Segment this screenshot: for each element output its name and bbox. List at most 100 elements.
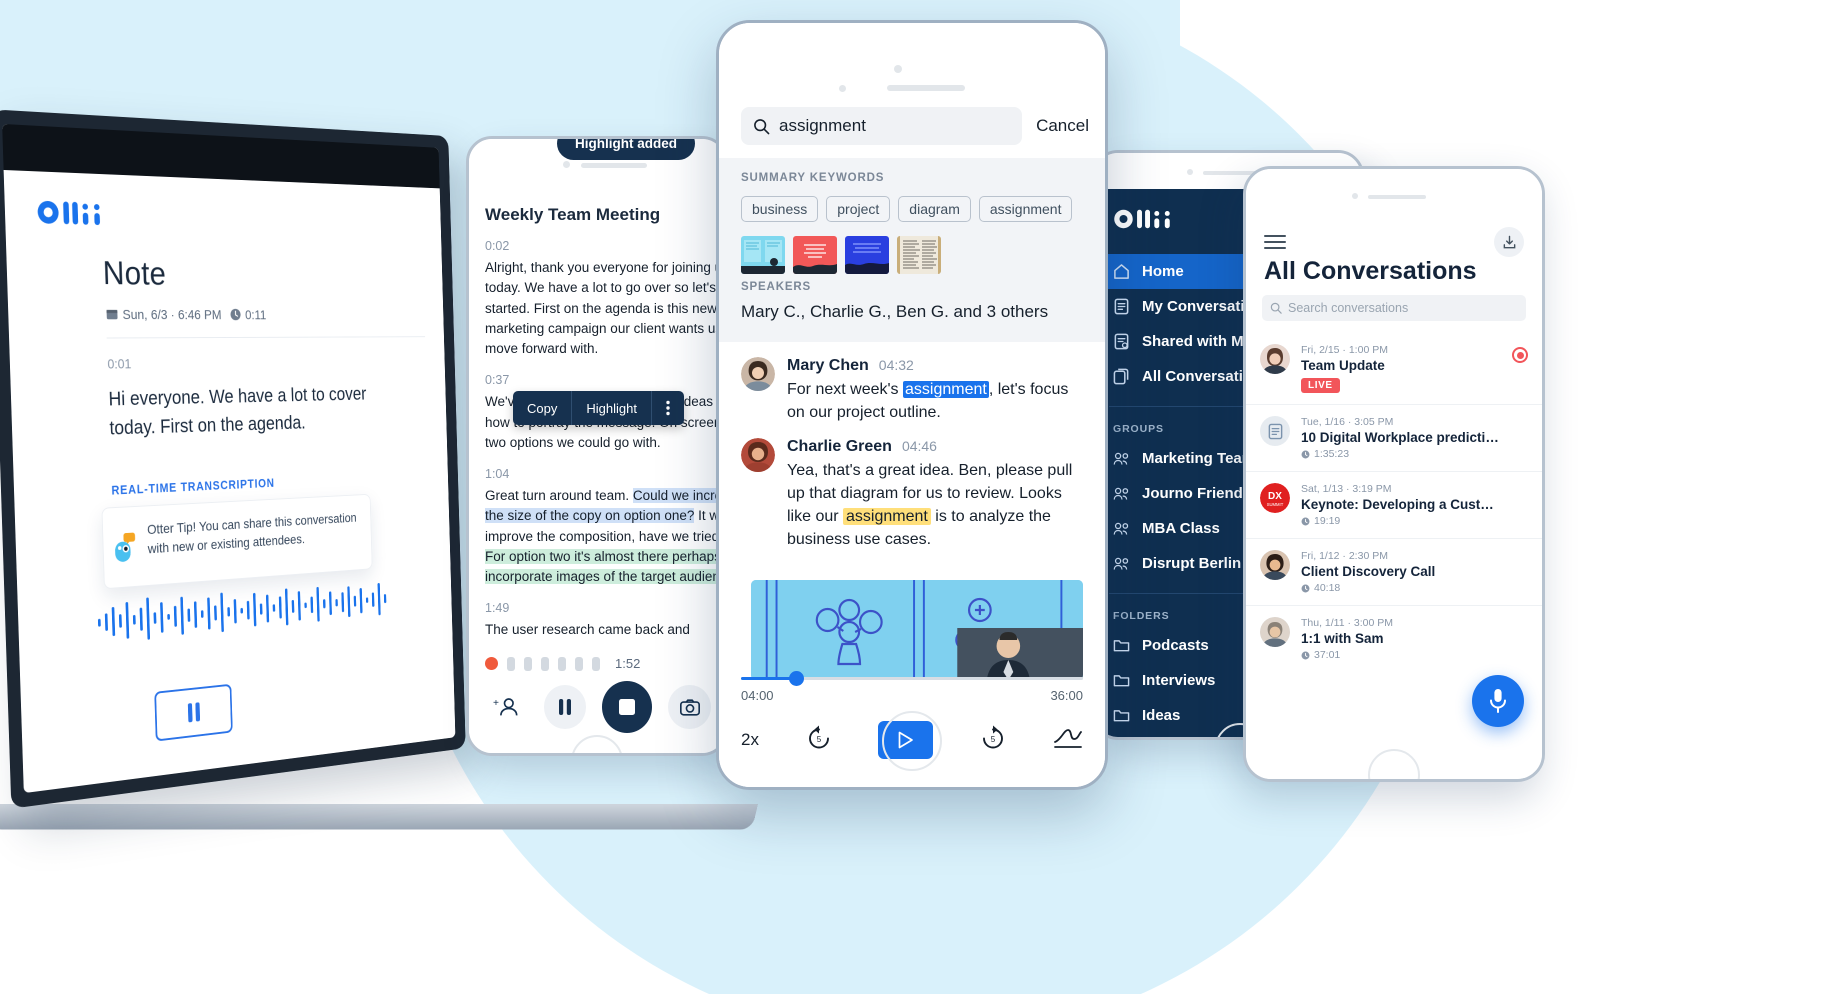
list-item-body: Sat, 1/13 · 3:19 PM Keynote: Developing … [1301, 483, 1501, 527]
list-item[interactable]: Charlie Green 04:46 Yea, that's a great … [741, 438, 1083, 551]
microphone-icon [1490, 689, 1506, 713]
list-item[interactable]: Fri, 2/15 · 1:00 PM Team Update LIVE [1246, 333, 1542, 405]
download-button[interactable] [1494, 227, 1524, 257]
duration-text: 1:35:23 [1314, 448, 1350, 460]
list-item[interactable]: Tue, 1/16 · 3:05 PM 10 Digital Workplace… [1246, 405, 1542, 472]
slide-thumb-notes[interactable] [897, 236, 941, 274]
hamburger-icon[interactable] [1264, 231, 1286, 253]
list-item[interactable]: Fri, 1/12 · 2:30 PM Client Discovery Cal… [1246, 539, 1542, 606]
level-bar [541, 656, 549, 671]
conversations-screen: All Conversations Search conversations F… [1246, 169, 1542, 779]
highlight-button[interactable]: Highlight [572, 391, 651, 425]
avatar [1260, 416, 1290, 446]
list-item[interactable]: DX SUMMIT Sat, 1/13 · 3:19 PM Keynote: D… [1246, 472, 1542, 539]
message-timestamp: 04:46 [901, 438, 937, 455]
selection-context-menu: Copy Highlight [513, 391, 684, 425]
video-preview[interactable] [751, 580, 1083, 680]
avatar [1260, 550, 1290, 580]
keyword-chip[interactable]: project [826, 196, 891, 222]
seek-handle[interactable] [788, 671, 804, 686]
playback-speed-button[interactable]: 2x [741, 730, 759, 750]
search-screen: assignment Cancel SUMMARY KEYWORDS busin… [719, 23, 1105, 787]
recording-indicator [485, 657, 498, 670]
otter-tip-text: Otter Tip! You can share this conversati… [146, 509, 357, 557]
people-icon [1113, 557, 1129, 570]
folder-icon [1113, 675, 1130, 687]
tablet-body: Highlight added Weekly Team Meeting 0:02… [466, 136, 728, 756]
level-bar [575, 656, 583, 671]
level-bar [507, 656, 515, 671]
seek-track[interactable] [741, 671, 1083, 686]
copy-button[interactable]: Copy [513, 391, 571, 425]
add-person-button[interactable]: + [485, 685, 528, 729]
keyword-chip[interactable]: assignment [978, 196, 1073, 222]
otter-logo [37, 200, 101, 226]
transcript-paragraph: Alright, thank you everyone for joining … [485, 260, 725, 356]
slide-thumb-blue-image [845, 236, 889, 274]
note-meta: Sun, 6/3 · 6:46 PM 0:11 [106, 306, 425, 322]
camera-dot [1187, 169, 1193, 175]
sensor-dot [839, 85, 846, 92]
green-highlight[interactable]: For option two it's almost there perhaps… [485, 548, 725, 584]
slide-thumb-teal[interactable] [741, 236, 785, 274]
otter-tip-card[interactable]: Otter Tip! You can share this conversati… [101, 493, 373, 590]
people-icon [1113, 452, 1129, 465]
avatar [1260, 344, 1290, 374]
home-button[interactable] [882, 711, 942, 771]
transcript-timestamp: 1:04 [485, 467, 510, 481]
signature-button[interactable] [1053, 726, 1083, 755]
photo-avatar-mary [741, 357, 775, 391]
message-header: Charlie Green 04:46 [787, 438, 1083, 456]
message-text: For next week's assignment, let's focus … [787, 379, 1083, 424]
conversation-date: Sat, 1/13 · 3:19 PM [1301, 483, 1392, 495]
message-body: Mary Chen 04:32 For next week's assignme… [787, 357, 1083, 424]
search-value: assignment [779, 116, 866, 135]
conversations-topbar [1264, 227, 1524, 257]
page-title: Note [102, 254, 167, 293]
message-body: Charlie Green 04:46 Yea, that's a great … [787, 438, 1083, 551]
more-options-button[interactable] [652, 391, 684, 425]
transcript-timestamp: 0:37 [485, 373, 510, 388]
list-item-body: Thu, 1/11 · 3:00 PM 1:1 with Sam 37:01 [1301, 617, 1393, 661]
sidebar-item-label: Shared with Me [1142, 333, 1253, 350]
record-button[interactable] [1472, 675, 1524, 727]
conversation-title: Client Discovery Call [1301, 564, 1436, 579]
photo-avatar-man [1260, 617, 1290, 647]
folder-icon [1113, 710, 1130, 722]
recording-indicator [1512, 347, 1528, 363]
conversation-date: Fri, 1/12 · 2:30 PM [1301, 550, 1388, 562]
photo-avatar-charlie [741, 438, 775, 473]
pause-icon [558, 699, 571, 715]
page-title: All Conversations [1264, 257, 1477, 285]
document-icon [1268, 423, 1282, 439]
rewind-button[interactable]: 5 [805, 724, 833, 757]
stop-recording-button[interactable] [602, 681, 653, 733]
list-item[interactable]: Mary Chen 04:32 For next week's assignme… [741, 357, 1083, 424]
search-conversations-input[interactable]: Search conversations [1262, 295, 1526, 321]
slide-thumb-notes-image [897, 236, 941, 274]
clock-icon [1301, 517, 1310, 525]
summary-keywords-section: SUMMARY KEYWORDS business project diagra… [719, 158, 1105, 290]
keyword-chips: business project diagram assignment [741, 196, 1083, 222]
slide-thumb-blue[interactable] [845, 236, 889, 274]
search-phone-device: assignment Cancel SUMMARY KEYWORDS busin… [716, 20, 1108, 790]
laptop-pause-button[interactable] [154, 683, 233, 742]
keyword-chip[interactable]: business [741, 196, 819, 222]
total-time: 36:00 [1050, 688, 1083, 703]
home-icon [1114, 264, 1129, 279]
add-person-icon: + [493, 698, 518, 716]
camera-button[interactable] [668, 685, 711, 729]
slide-thumb-red[interactable] [793, 236, 837, 274]
seek-bar[interactable]: 04:00 36:00 [741, 671, 1083, 703]
search-input[interactable]: assignment [741, 107, 1023, 145]
camera-icon [679, 698, 700, 716]
keyword-chip[interactable]: diagram [898, 196, 971, 222]
list-item[interactable]: Thu, 1/11 · 3:00 PM 1:1 with Sam 37:01 [1246, 606, 1542, 672]
note-date: Sun, 6/3 · 6:46 PM [106, 306, 222, 322]
search-bar-row: assignment Cancel [741, 107, 1089, 145]
tablet-screen: Highlight added Weekly Team Meeting 0:02… [469, 139, 725, 753]
search-match-active: assignment [902, 381, 989, 398]
pause-recording-button[interactable] [543, 685, 587, 729]
cancel-button[interactable]: Cancel [1036, 116, 1089, 136]
forward-button[interactable]: 5 [979, 724, 1007, 757]
